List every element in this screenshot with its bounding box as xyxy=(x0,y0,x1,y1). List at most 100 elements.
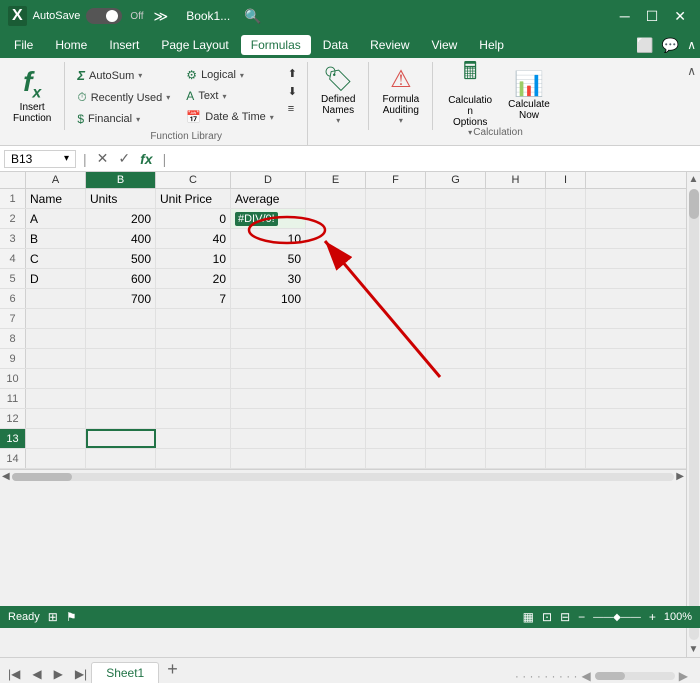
zoom-out-icon[interactable]: − xyxy=(578,610,585,624)
zoom-in-icon[interactable]: + xyxy=(649,610,656,624)
formula-auditing-button[interactable]: ⚠ FormulaAuditing ▾ xyxy=(375,65,426,125)
view-normal-icon[interactable]: ▦ xyxy=(523,610,534,624)
insert-function-button[interactable]: fx InsertFunction xyxy=(6,65,58,125)
date-time-button[interactable]: 📅 Date & Time ▾ xyxy=(180,107,280,127)
cell-b1[interactable]: Units xyxy=(86,189,156,208)
cell-a4[interactable]: C xyxy=(26,249,86,268)
scroll-thumb[interactable] xyxy=(12,473,72,481)
cell-i1[interactable] xyxy=(546,189,586,208)
view-page-layout-icon[interactable]: ⊡ xyxy=(542,610,552,624)
cell-a9[interactable] xyxy=(26,349,86,368)
share-icon[interactable]: ⬜ xyxy=(636,37,653,54)
cell-e2[interactable] xyxy=(306,209,366,228)
cell-f9[interactable] xyxy=(366,349,426,368)
cell-e8[interactable] xyxy=(306,329,366,348)
view-page-break-icon[interactable]: ⊟ xyxy=(560,610,570,624)
cell-h1[interactable] xyxy=(486,189,546,208)
sort-asc-button[interactable]: ⬆ xyxy=(284,65,301,82)
cell-a5[interactable]: D xyxy=(26,269,86,288)
menu-home[interactable]: Home xyxy=(45,35,97,55)
financial-button[interactable]: $ Financial ▾ xyxy=(71,109,176,129)
cell-c4[interactable]: 10 xyxy=(156,249,231,268)
menu-view[interactable]: View xyxy=(422,35,468,55)
cell-e7[interactable] xyxy=(306,309,366,328)
cell-e1[interactable] xyxy=(306,189,366,208)
cell-b8[interactable] xyxy=(86,329,156,348)
cell-h5[interactable] xyxy=(486,269,546,288)
cell-d12[interactable] xyxy=(231,409,306,428)
cell-h12[interactable] xyxy=(486,409,546,428)
comment-icon[interactable]: 💬 xyxy=(662,37,679,54)
cell-g13[interactable] xyxy=(426,429,486,448)
cell-i11[interactable] xyxy=(546,389,586,408)
cell-i6[interactable] xyxy=(546,289,586,308)
cell-b12[interactable] xyxy=(86,409,156,428)
cell-c9[interactable] xyxy=(156,349,231,368)
col-header-a[interactable]: A xyxy=(26,172,86,188)
name-box-dropdown-arrow[interactable]: ▾ xyxy=(64,153,69,164)
cell-d2[interactable]: #DIV/0! xyxy=(231,209,306,228)
calc-now-button[interactable]: 📊 CalculateNow xyxy=(501,65,557,125)
col-header-e[interactable]: E xyxy=(306,172,366,188)
cell-h2[interactable] xyxy=(486,209,546,228)
cell-e6[interactable] xyxy=(306,289,366,308)
cell-c12[interactable] xyxy=(156,409,231,428)
cell-f7[interactable] xyxy=(366,309,426,328)
cell-b5[interactable]: 600 xyxy=(86,269,156,288)
defined-names-button[interactable]: 🏷 DefinedNames ▾ xyxy=(314,65,362,125)
sheet-nav-last[interactable]: ▶| xyxy=(71,665,91,683)
add-sheet-button[interactable]: + xyxy=(159,659,186,680)
cell-c13[interactable] xyxy=(156,429,231,448)
cell-f11[interactable] xyxy=(366,389,426,408)
cell-a14[interactable] xyxy=(26,449,86,468)
calculation-options-button[interactable]: 🖩 CalculationOptions ▾ xyxy=(439,65,501,125)
formula-input[interactable] xyxy=(173,150,696,168)
search-icon[interactable]: 🔍 xyxy=(244,8,261,25)
cell-g14[interactable] xyxy=(426,449,486,468)
cell-b11[interactable] xyxy=(86,389,156,408)
cell-d3[interactable]: 10 xyxy=(231,229,306,248)
v-scroll-track[interactable] xyxy=(689,189,699,640)
cell-h11[interactable] xyxy=(486,389,546,408)
cell-f12[interactable] xyxy=(366,409,426,428)
close-button[interactable]: ✕ xyxy=(668,6,692,27)
h-scroll-left-icon[interactable]: ◀ xyxy=(582,669,591,683)
cell-b7[interactable] xyxy=(86,309,156,328)
cell-f13[interactable] xyxy=(366,429,426,448)
cell-c8[interactable] xyxy=(156,329,231,348)
scroll-left-arrow[interactable]: ◀ xyxy=(2,471,10,482)
cell-g6[interactable] xyxy=(426,289,486,308)
cell-i12[interactable] xyxy=(546,409,586,428)
cell-d4[interactable]: 50 xyxy=(231,249,306,268)
cell-c5[interactable]: 20 xyxy=(156,269,231,288)
cell-e14[interactable] xyxy=(306,449,366,468)
cell-i4[interactable] xyxy=(546,249,586,268)
cell-h9[interactable] xyxy=(486,349,546,368)
col-header-d[interactable]: D xyxy=(231,172,306,188)
vertical-scrollbar[interactable]: ▲ ▼ xyxy=(686,172,700,657)
autosave-toggle[interactable] xyxy=(86,8,122,24)
menu-data[interactable]: Data xyxy=(313,35,358,55)
cell-i7[interactable] xyxy=(546,309,586,328)
zoom-slider[interactable]: ——◆—— xyxy=(593,612,641,623)
scroll-right-arrow[interactable]: ▶ xyxy=(676,471,684,482)
cell-c11[interactable] xyxy=(156,389,231,408)
cell-f4[interactable] xyxy=(366,249,426,268)
cell-c14[interactable] xyxy=(156,449,231,468)
v-scroll-thumb[interactable] xyxy=(689,189,699,219)
cell-d8[interactable] xyxy=(231,329,306,348)
cell-c1[interactable]: Unit Price xyxy=(156,189,231,208)
cell-a8[interactable] xyxy=(26,329,86,348)
menu-page-layout[interactable]: Page Layout xyxy=(151,35,238,55)
cell-b13[interactable] xyxy=(86,429,156,448)
cell-h7[interactable] xyxy=(486,309,546,328)
formula-confirm-icon[interactable]: ✓ xyxy=(115,148,133,169)
more-functions-button[interactable]: ≡ xyxy=(284,101,301,117)
cell-i10[interactable] xyxy=(546,369,586,388)
cell-a3[interactable]: B xyxy=(26,229,86,248)
cell-g12[interactable] xyxy=(426,409,486,428)
name-box[interactable]: B13 ▾ xyxy=(4,150,76,168)
menu-file[interactable]: File xyxy=(4,35,43,55)
cell-g3[interactable] xyxy=(426,229,486,248)
cell-h10[interactable] xyxy=(486,369,546,388)
